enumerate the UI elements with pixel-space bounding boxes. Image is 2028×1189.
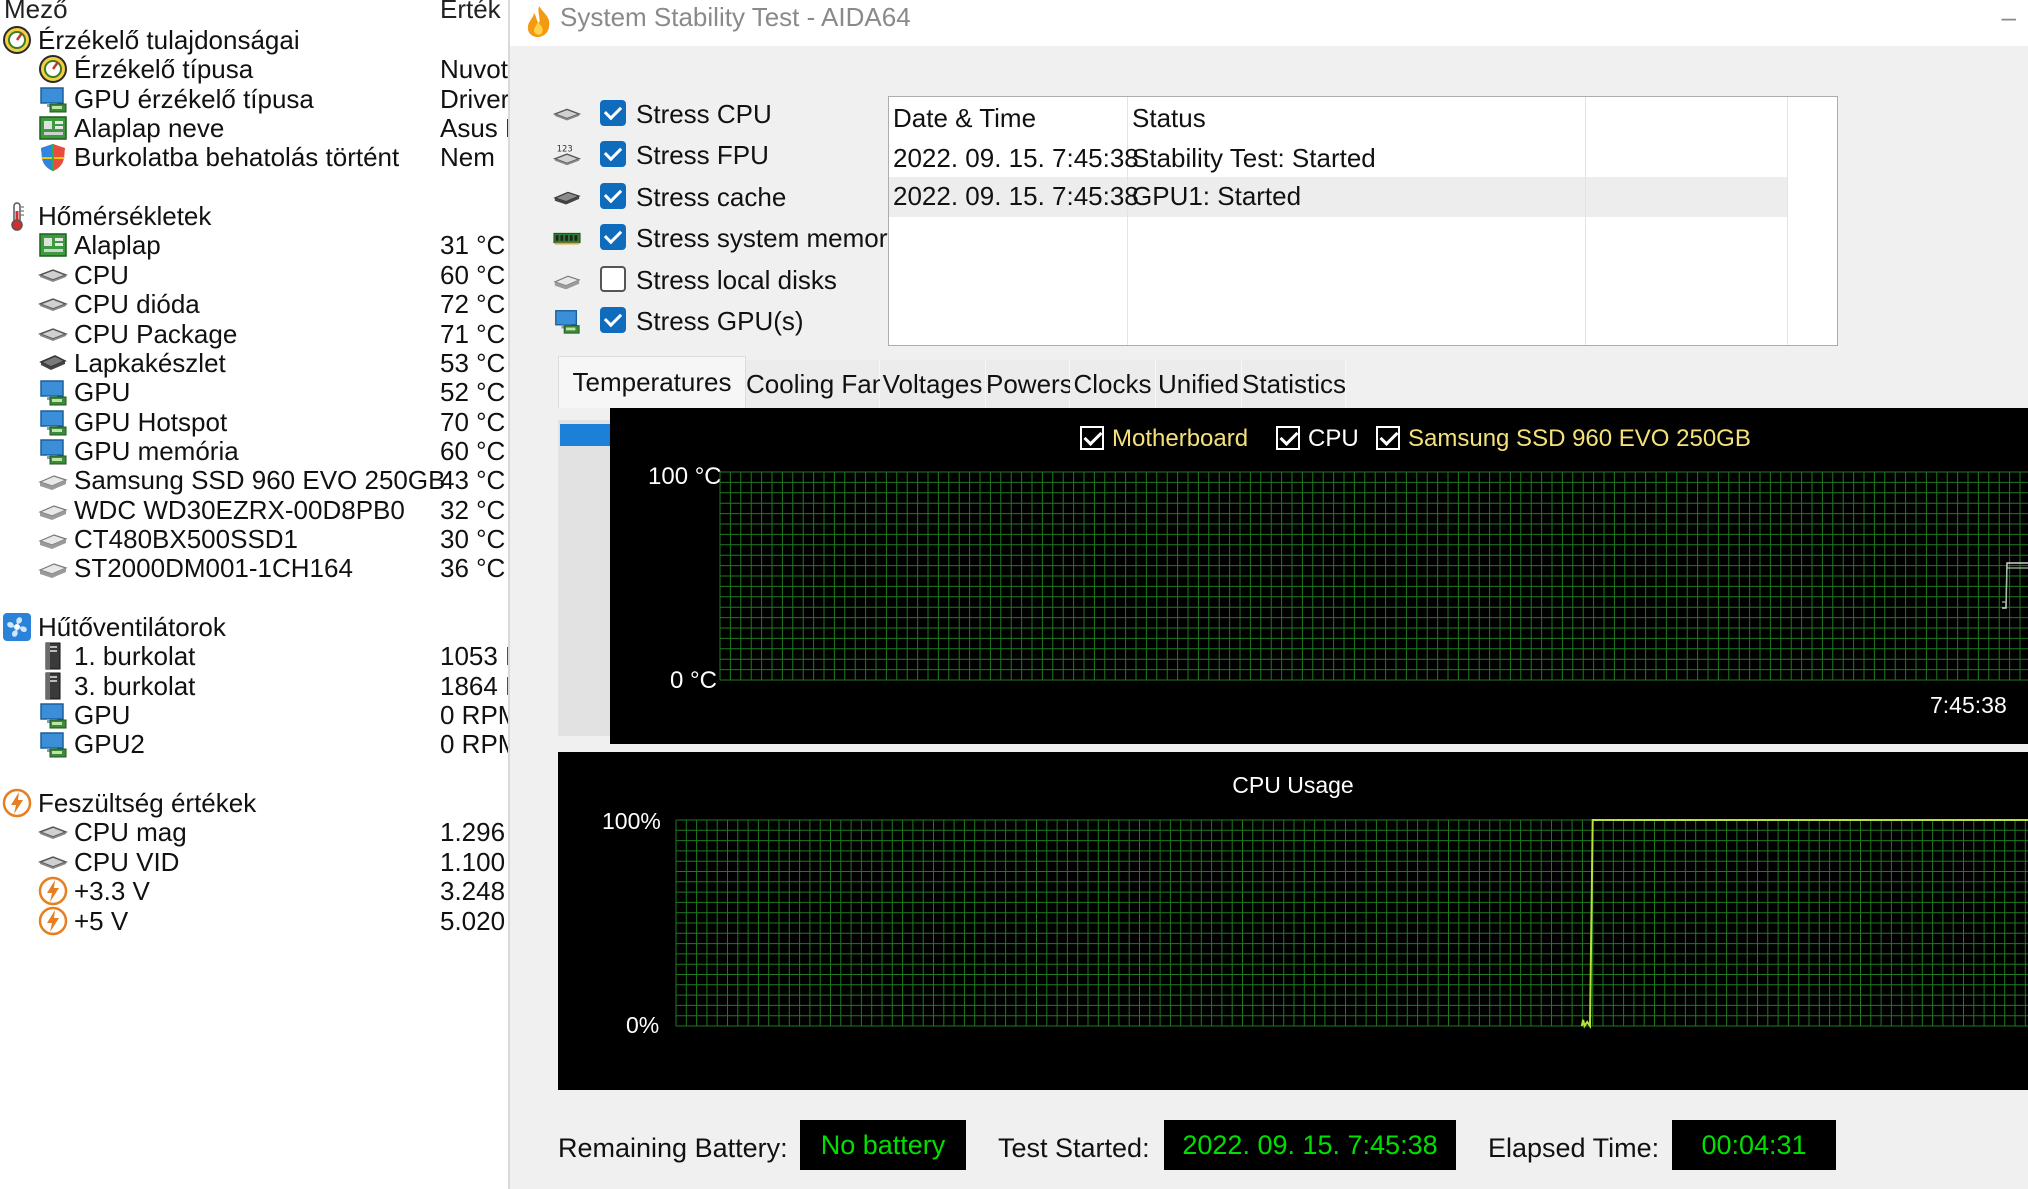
motherboard-icon [38,113,68,143]
flame-icon [527,6,550,37]
monitor-icon [38,84,68,114]
monitor-icon [38,700,68,730]
window-title: System Stability Test - AIDA64 [560,2,911,32]
cpu-icon [550,100,584,128]
graph-selector-thumb[interactable] [560,424,612,446]
case-icon [38,641,68,671]
stress-option-row[interactable]: 123 Stress FPU [550,137,880,175]
fan-icon [2,612,32,642]
monitor-icon [550,307,584,335]
svg-text:123: 123 [557,143,573,153]
tab-unified[interactable]: Unified [1156,360,1242,408]
sensor-value: 36 °C [440,553,506,584]
cpu-icon [37,289,69,319]
stress-option-row[interactable]: Stress GPU(s) [550,303,880,341]
minimize-button[interactable]: – [2002,2,2016,33]
stress-option-label: Stress system memory [636,223,901,253]
tab-voltages[interactable]: Voltages [880,360,986,408]
stress-option-row[interactable]: Stress system memory [550,220,900,258]
log-column-separator [1787,97,1788,345]
disk-icon [550,266,584,294]
stress-checkbox[interactable] [600,183,626,209]
stress-option-label: Stress cache [636,182,787,212]
gauge-icon [2,25,32,55]
stress-option-label: Stress local disks [636,265,837,295]
fpu-icon: 123 [550,141,584,169]
cache-icon [550,183,584,211]
chip-icon [38,348,68,378]
stress-option-row[interactable]: Stress cache [550,179,880,217]
tab-statistics[interactable]: Statistics [1242,360,1346,408]
log-column-separator [1127,97,1128,345]
monitor-icon [38,407,68,437]
thermometer-icon [2,201,32,231]
cpu-icon [37,260,69,290]
log-row-1-status[interactable]: Stability Test: Started [1132,139,1376,177]
tab-powers[interactable]: Powers [986,360,1073,408]
remaining-battery-label: Remaining Battery: [558,1133,788,1163]
stress-option-label: Stress FPU [636,140,769,170]
disk-icon [38,465,68,495]
case-icon [38,671,68,701]
temperature-plot [719,471,2028,681]
title-bar[interactable]: System Stability Test - AIDA64 – [510,0,2028,46]
graph-selector-scrollbar[interactable] [558,420,610,736]
log-column-separator [1585,97,1586,345]
cpu-icon [37,319,69,349]
test-started-value: 2022. 09. 15. 7:45:38 [1164,1120,1456,1170]
sensor-label: +5 V [74,905,129,936]
monitor-icon [38,729,68,759]
temperature-chart: Motherboard CPU Samsung SSD 960 EVO 250G… [610,408,2028,744]
stress-option-row[interactable]: Stress local disks [550,262,880,300]
event-log[interactable]: Date & Time Status 2022. 09. 15. 7:45:38… [888,96,1838,346]
shield-icon [38,142,68,172]
disk-icon [38,524,68,554]
monitor-icon [38,436,68,466]
elapsed-time-label: Elapsed Time: [1488,1133,1660,1163]
disk-icon [38,553,68,583]
elapsed-time-value: 00:04:31 [1672,1120,1836,1170]
stress-checkbox[interactable] [600,307,626,333]
stress-checkbox[interactable] [600,266,626,292]
memory-icon [550,224,584,252]
stress-checkbox[interactable] [600,100,626,126]
log-header-status[interactable]: Status [1132,99,1206,137]
sensor-panel: Mező Érték Érzékelő tulajdonságai Érzékel… [0,0,508,1189]
stress-option-label: Stress CPU [636,99,772,129]
voltage-icon [38,906,68,936]
log-header-datetime[interactable]: Date & Time [893,99,1036,137]
motherboard-icon [38,230,68,260]
cpu-icon [37,817,69,847]
sensor-label: Burkolatba behatolás történt [74,142,400,173]
cpu-usage-chart: CPU Usage 100% 0% [558,752,2028,1090]
log-row-2-status[interactable]: GPU1: Started [1132,177,1301,215]
log-row-2-datetime[interactable]: 2022. 09. 15. 7:45:38 [893,177,1139,215]
tab-temperatures[interactable]: Temperatures [558,356,746,408]
sensor-value: 0 RPM [440,729,508,760]
cpu-icon [37,847,69,877]
tab-cooling-fans[interactable]: Cooling Fans [746,360,899,408]
cpu-usage-plot [675,819,2028,1030]
monitor-icon [38,377,68,407]
stress-option-row[interactable]: Stress CPU [550,96,880,134]
remaining-battery-value: No battery [800,1120,966,1170]
sensor-label: GPU2 [74,729,145,760]
sensor-value: 5.020 [440,905,506,936]
log-row-1-datetime[interactable]: 2022. 09. 15. 7:45:38 [893,139,1139,177]
voltage-icon [2,788,32,818]
gauge-icon [38,54,68,84]
voltage-icon [38,876,68,906]
stress-checkbox[interactable] [600,224,626,250]
sensor-label: ST2000DM001-1CH164 [74,553,353,584]
sensor-value: Nem [440,142,495,173]
disk-icon [38,495,68,525]
stress-option-label: Stress GPU(s) [636,306,804,336]
value-column-header[interactable]: Érték [440,0,501,25]
tab-clocks[interactable]: Clocks [1070,360,1156,408]
test-started-label: Test Started: [998,1133,1150,1163]
stress-checkbox[interactable] [600,141,626,167]
stability-test-window: System Stability Test - AIDA64 – Stress … [510,0,2028,1189]
